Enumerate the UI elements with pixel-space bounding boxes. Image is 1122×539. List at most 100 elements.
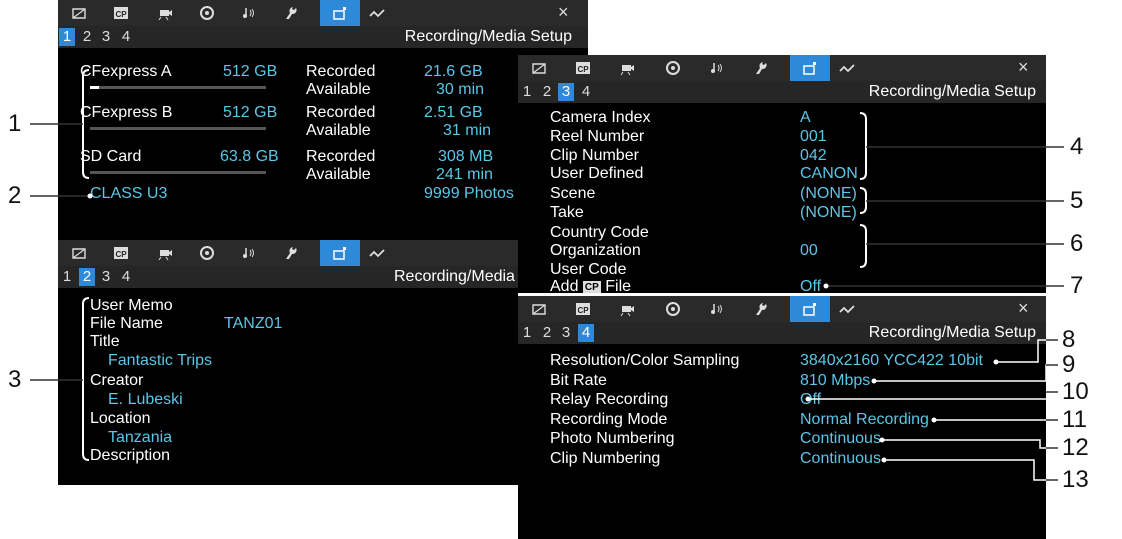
close-icon[interactable]: × [1018, 298, 1029, 319]
recorded-value: 308 MB [438, 148, 494, 165]
camera-icon[interactable] [530, 300, 548, 318]
page-tab-4[interactable]: 4 [578, 324, 594, 342]
camera-index-label: Camera Index [550, 109, 651, 126]
network-icon[interactable] [838, 59, 856, 77]
photo-numbering-value: Continuous [800, 430, 881, 447]
callout-5: 5 [1070, 187, 1084, 214]
page-tab-2[interactable]: 2 [79, 28, 95, 46]
creator-label: Creator [90, 372, 144, 389]
photos-remaining: 9999 Photos [424, 185, 514, 202]
camera-icon[interactable] [70, 244, 88, 262]
page-tab-2[interactable]: 2 [79, 268, 95, 286]
screen-title: Recording/Media Setup [868, 83, 1036, 100]
movie-icon[interactable] [618, 59, 636, 77]
page-tab-4[interactable]: 4 [118, 28, 134, 46]
tab-bar: CP × [518, 296, 1046, 322]
clip-number-value: 042 [800, 147, 827, 164]
page-tab-1[interactable]: 1 [519, 83, 535, 101]
cp-icon[interactable]: CP [112, 244, 130, 262]
organization-value: 00 [800, 242, 818, 259]
screen-title: Recording/Media Setup [394, 268, 518, 285]
creator-value: E. Lubeski [108, 391, 183, 408]
close-icon[interactable]: × [558, 2, 569, 23]
user-defined-value: CANON [800, 165, 858, 182]
description-label: Description [90, 447, 171, 464]
media-usage-bar [90, 86, 266, 89]
movie-icon[interactable] [156, 4, 174, 22]
title-label: Title [90, 333, 120, 350]
page-tab-1[interactable]: 1 [59, 28, 75, 46]
camera-icon[interactable] [70, 4, 88, 22]
wrench-icon[interactable] [282, 244, 300, 262]
available-value: 31 min [443, 122, 492, 139]
movie-icon[interactable] [618, 300, 636, 318]
cp-icon[interactable]: CP [112, 4, 130, 22]
recorded-label: Recorded [306, 104, 376, 121]
recorded-label: Recorded [306, 63, 376, 80]
file-name-value: TANZ01 [224, 315, 283, 332]
page-tab-4[interactable]: 4 [118, 268, 134, 286]
movie-icon[interactable] [156, 244, 174, 262]
svg-text:CP: CP [577, 306, 589, 315]
add-label-pre: Add [550, 278, 579, 293]
camera-icon[interactable] [530, 59, 548, 77]
page-tab-1[interactable]: 1 [519, 324, 535, 342]
take-value: (NONE) [800, 204, 857, 221]
color-icon[interactable] [664, 300, 682, 318]
callout-4: 4 [1070, 133, 1084, 160]
media-usage-bar [90, 127, 266, 130]
add-cp-file-value: Off [800, 278, 822, 293]
callout-1: 1 [8, 110, 22, 137]
callout-13: 13 [1062, 466, 1089, 493]
network-icon[interactable] [838, 300, 856, 318]
color-icon[interactable] [198, 244, 216, 262]
audio-icon[interactable] [240, 4, 258, 22]
media-setup-icon[interactable] [790, 55, 830, 81]
media-setup-icon[interactable] [790, 296, 830, 322]
page-tab-3[interactable]: 3 [98, 268, 114, 286]
page-tab-4[interactable]: 4 [578, 83, 594, 101]
available-value: 30 min [436, 81, 485, 98]
page-tab-1[interactable]: 1 [59, 268, 75, 286]
media-setup-icon[interactable] [320, 240, 360, 266]
page-tab-3[interactable]: 3 [98, 28, 114, 46]
location-value: Tanzania [108, 429, 173, 446]
wrench-icon[interactable] [282, 4, 300, 22]
wrench-icon[interactable] [752, 300, 770, 318]
network-icon[interactable] [368, 244, 386, 262]
page-tab-3[interactable]: 3 [558, 83, 574, 101]
page-tab-3[interactable]: 3 [558, 324, 574, 342]
take-label: Take [550, 204, 584, 221]
wrench-icon[interactable] [752, 59, 770, 77]
screen-title: Recording/Media Setup [868, 324, 1036, 341]
network-icon[interactable] [368, 4, 386, 22]
callout-2: 2 [8, 182, 22, 209]
color-icon[interactable] [198, 4, 216, 22]
camera-index-value: A [800, 109, 811, 126]
audio-icon[interactable] [240, 244, 258, 262]
audio-icon[interactable] [708, 300, 726, 318]
page-tab-2[interactable]: 2 [539, 83, 555, 101]
screen-page-1: CP × 1 2 3 4 Recording/Media Setup CFexp… [58, 0, 588, 240]
user-memo-label: User Memo [90, 297, 173, 314]
scene-value: (NONE) [800, 185, 857, 202]
page-tab-2[interactable]: 2 [539, 324, 555, 342]
add-cp-file-label: Add CP File [550, 277, 631, 293]
cp-icon[interactable]: CP [574, 59, 592, 77]
reel-number-value: 001 [800, 128, 827, 145]
photo-numbering-label: Photo Numbering [550, 430, 675, 447]
cp-icon[interactable]: CP [574, 300, 592, 318]
user-defined-label: User Defined [550, 165, 644, 182]
callout-8: 8 [1062, 326, 1076, 353]
close-icon[interactable]: × [1018, 57, 1029, 78]
media-usage-fill [90, 86, 99, 89]
page-selector: 1 2 3 4 Recording/Media Setup [518, 322, 1046, 344]
available-label: Available [306, 81, 371, 98]
audio-icon[interactable] [708, 59, 726, 77]
relay-recording-label: Relay Recording [550, 391, 669, 408]
available-value: 241 min [436, 166, 493, 183]
media-setup-icon[interactable] [320, 0, 360, 26]
color-icon[interactable] [664, 59, 682, 77]
callout-7: 7 [1070, 272, 1084, 299]
clip-numbering-value: Continuous [800, 450, 881, 467]
